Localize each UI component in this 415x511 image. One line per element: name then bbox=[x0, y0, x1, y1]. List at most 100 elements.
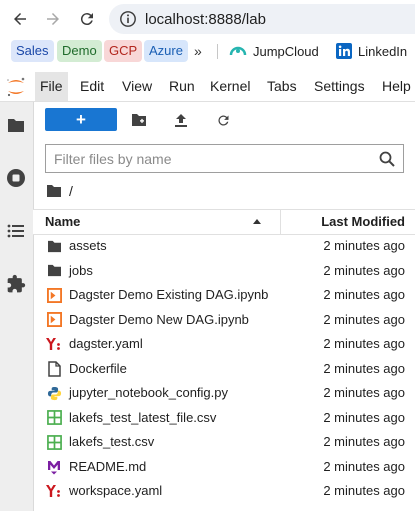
forward-arrow-icon bbox=[47, 13, 59, 25]
menu-file[interactable]: File bbox=[35, 72, 68, 101]
menu-help[interactable]: Help bbox=[377, 72, 415, 101]
new-launcher-button[interactable]: + bbox=[45, 108, 117, 131]
menu-settings[interactable]: Settings bbox=[309, 72, 370, 101]
menu-tabs[interactable]: Tabs bbox=[262, 72, 302, 101]
markdown-icon bbox=[46, 459, 62, 475]
bookmark-sales[interactable]: Sales bbox=[11, 40, 54, 62]
filter-files-box bbox=[45, 144, 404, 173]
file-name: workspace.yaml bbox=[69, 483, 163, 498]
list-item[interactable]: jupyter_notebook_config.py 2 minutes ago bbox=[33, 381, 415, 406]
refresh-file-list-button[interactable] bbox=[214, 111, 232, 129]
file-name: jobs bbox=[69, 262, 93, 278]
spreadsheet-icon bbox=[46, 434, 62, 450]
file-name: Dagster Demo New DAG.ipynb bbox=[69, 311, 249, 327]
address-bar[interactable]: localhost:8888/lab bbox=[109, 4, 415, 34]
sort-ascending-icon[interactable] bbox=[253, 219, 261, 224]
spreadsheet-icon bbox=[46, 410, 62, 426]
notebook-icon bbox=[46, 312, 62, 328]
list-item[interactable]: Dagster Demo Existing DAG.ipynb 2 minute… bbox=[33, 283, 415, 308]
column-divider[interactable] bbox=[280, 210, 281, 234]
file-browser-tab[interactable] bbox=[5, 114, 27, 136]
file-name: Dagster Demo Existing DAG.ipynb bbox=[69, 287, 269, 302]
notebook-icon bbox=[46, 287, 62, 303]
back-button[interactable] bbox=[8, 7, 32, 31]
file-list-header: Name Last Modified bbox=[33, 209, 415, 235]
extension-manager-tab[interactable] bbox=[5, 273, 27, 295]
file-modified: 2 minutes ago bbox=[323, 336, 405, 351]
bookmarks-overflow-button[interactable]: » bbox=[194, 40, 202, 62]
upload-icon bbox=[175, 113, 187, 127]
file-modified: 2 minutes ago bbox=[323, 262, 405, 278]
back-arrow-icon bbox=[14, 13, 26, 25]
left-sidebar bbox=[0, 102, 34, 511]
list-item[interactable]: dagster.yaml 2 minutes ago bbox=[33, 332, 415, 357]
file-modified: 2 minutes ago bbox=[323, 483, 405, 498]
linkedin-icon bbox=[336, 43, 352, 59]
file-modified: 2 minutes ago bbox=[323, 434, 405, 449]
bookmark-jumpcloud[interactable]: JumpCloud bbox=[229, 40, 319, 62]
file-modified: 2 minutes ago bbox=[323, 409, 405, 425]
list-item[interactable]: lakefs_test_latest_file.csv 2 minutes ag… bbox=[33, 406, 415, 431]
list-item[interactable]: assets 2 minutes ago bbox=[33, 234, 415, 259]
plus-icon: + bbox=[76, 110, 86, 129]
file-name: assets bbox=[69, 238, 107, 253]
file-name: dagster.yaml bbox=[69, 336, 143, 351]
new-folder-icon bbox=[132, 114, 146, 126]
jupyter-logo-icon bbox=[7, 77, 25, 97]
forward-button[interactable] bbox=[41, 7, 65, 31]
new-folder-button[interactable] bbox=[130, 111, 148, 129]
file-modified: 2 minutes ago bbox=[323, 385, 405, 400]
folder-icon bbox=[46, 263, 62, 279]
list-item[interactable]: lakefs_test.csv 2 minutes ago bbox=[33, 430, 415, 455]
breadcrumb-separator: / bbox=[69, 183, 73, 199]
menu-edit[interactable]: Edit bbox=[75, 72, 109, 101]
list-item[interactable]: README.md 2 minutes ago bbox=[33, 455, 415, 480]
site-info-icon[interactable] bbox=[119, 10, 137, 28]
menu-view[interactable]: View bbox=[117, 72, 157, 101]
list-item[interactable]: workspace.yaml 2 minutes ago bbox=[33, 479, 415, 504]
bookmark-azure[interactable]: Azure bbox=[144, 40, 188, 62]
home-folder-icon[interactable] bbox=[46, 184, 62, 198]
list-item[interactable]: jobs 2 minutes ago bbox=[33, 259, 415, 284]
name-column-header[interactable]: Name bbox=[45, 210, 80, 234]
file-modified: 2 minutes ago bbox=[323, 287, 405, 302]
file-name: lakefs_test_latest_file.csv bbox=[69, 409, 217, 425]
menu-kernel[interactable]: Kernel bbox=[205, 72, 255, 101]
bookmark-demo[interactable]: Demo bbox=[57, 40, 102, 62]
yaml-icon bbox=[46, 336, 62, 352]
url-text[interactable]: localhost:8888/lab bbox=[145, 11, 266, 28]
last-modified-column-header[interactable]: Last Modified bbox=[321, 210, 405, 234]
running-terminals-kernels-tab[interactable] bbox=[5, 167, 27, 189]
bookmark-jumpcloud-label: JumpCloud bbox=[253, 43, 319, 59]
bookmark-linkedin-label: LinkedIn bbox=[358, 43, 408, 59]
file-name: Dockerfile bbox=[69, 360, 127, 376]
file-list: assets 2 minutes ago jobs 2 minutes ago … bbox=[33, 234, 415, 504]
table-of-contents-tab[interactable] bbox=[5, 220, 27, 242]
yaml-icon bbox=[46, 483, 62, 499]
list-item[interactable]: Dockerfile 2 minutes ago bbox=[33, 357, 415, 382]
puzzle-piece-icon bbox=[7, 274, 26, 293]
list-item[interactable]: Dagster Demo New DAG.ipynb 2 minutes ago bbox=[33, 308, 415, 333]
file-modified: 2 minutes ago bbox=[323, 458, 405, 474]
reload-button[interactable] bbox=[75, 7, 99, 31]
file-modified: 2 minutes ago bbox=[323, 311, 405, 327]
jupyterlab-menubar: File Edit View Run Kernel Tabs Settings … bbox=[0, 72, 415, 102]
stop-circle-icon bbox=[7, 169, 25, 187]
folder-icon bbox=[8, 119, 24, 132]
bookmarks-bar: Sales Demo GCP Azure » JumpCloud LinkedI… bbox=[0, 38, 415, 66]
file-name: lakefs_test.csv bbox=[69, 434, 155, 449]
refresh-icon bbox=[217, 115, 228, 126]
file-name: jupyter_notebook_config.py bbox=[69, 385, 229, 400]
bookmark-gcp[interactable]: GCP bbox=[104, 40, 143, 62]
upload-files-button[interactable] bbox=[172, 111, 190, 129]
filter-files-input[interactable] bbox=[54, 149, 374, 169]
file-modified: 2 minutes ago bbox=[323, 238, 405, 253]
reload-icon bbox=[80, 13, 93, 26]
menu-run[interactable]: Run bbox=[164, 72, 200, 101]
jumpcloud-icon bbox=[229, 46, 247, 56]
bookmarks-divider bbox=[217, 44, 218, 59]
python-icon bbox=[46, 385, 62, 401]
list-icon bbox=[7, 224, 24, 238]
file-modified: 2 minutes ago bbox=[323, 360, 405, 376]
bookmark-linkedin[interactable]: LinkedIn bbox=[336, 40, 407, 62]
